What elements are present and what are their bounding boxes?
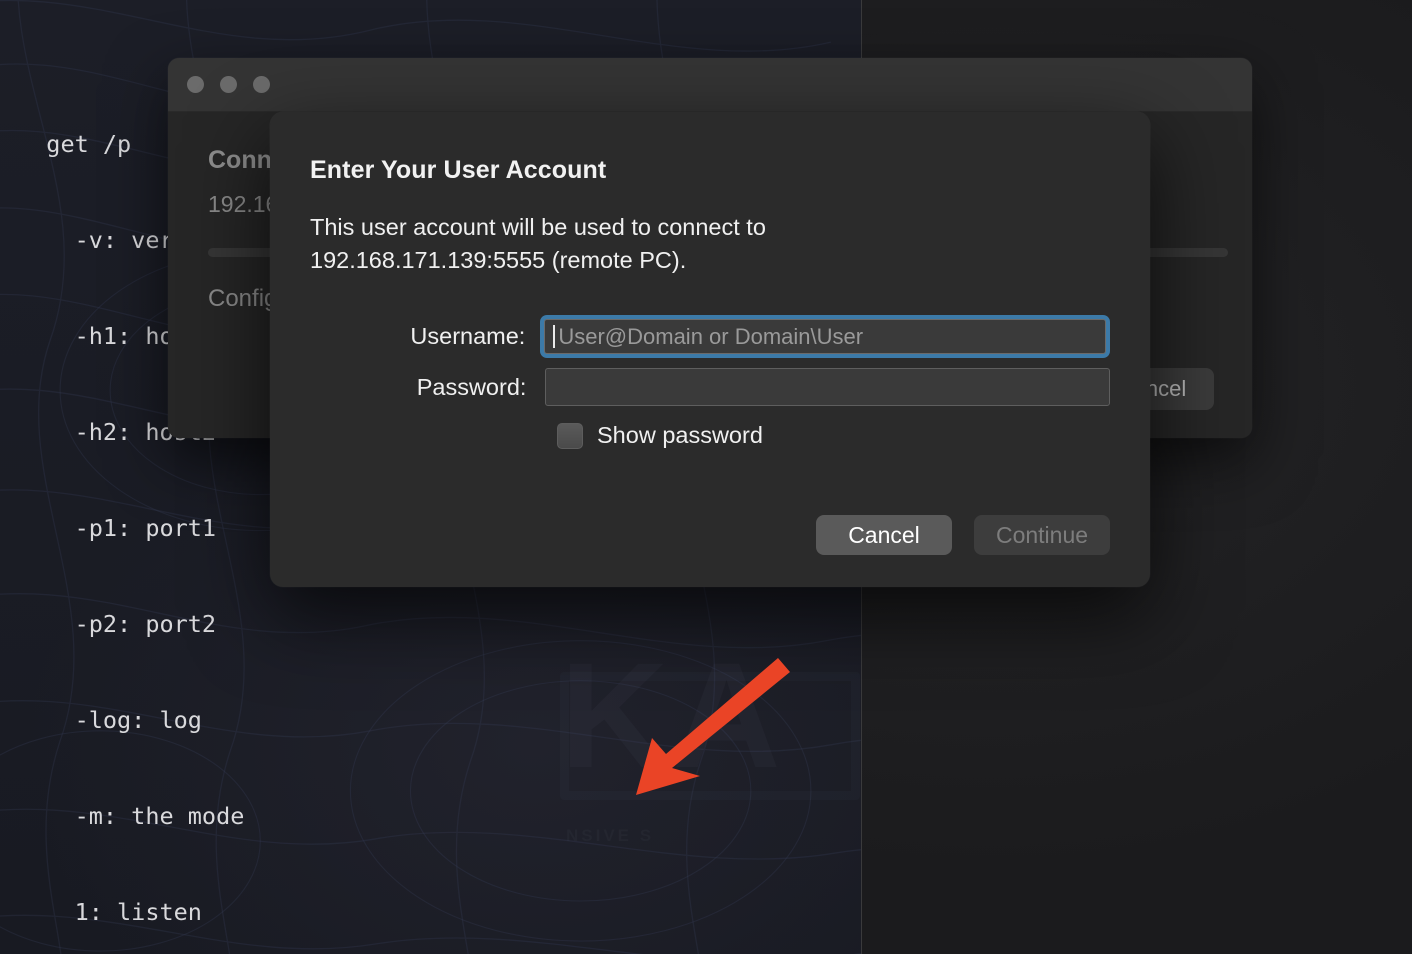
- terminal-help-line: -p2: port2: [18, 610, 217, 638]
- dialog-button-row: Cancel Continue: [816, 515, 1110, 555]
- username-placeholder: User@Domain or Domain\User: [558, 323, 864, 349]
- username-label: Username:: [410, 323, 526, 349]
- terminal-help-line: -m: the mode: [18, 802, 245, 830]
- text-caret: [553, 325, 556, 348]
- window-titlebar[interactable]: [168, 58, 1252, 112]
- username-input[interactable]: User@Domain or Domain\User: [544, 319, 1106, 354]
- password-row: Password:: [310, 368, 1110, 406]
- close-icon[interactable]: [187, 76, 204, 93]
- screen: KA NSIVE S get /p ? -v: version -h1: hos…: [0, 0, 1412, 954]
- username-focus-ring: User@Domain or Domain\User: [540, 315, 1110, 358]
- dialog-message: This user account will be used to connec…: [310, 214, 766, 273]
- continue-button: Continue: [974, 515, 1110, 555]
- terminal-help-line: 1: listen: [18, 898, 202, 926]
- password-input[interactable]: [545, 368, 1110, 406]
- dialog-title: Enter Your User Account: [310, 156, 607, 184]
- username-row: Username: User@Domain or Domain\User: [310, 315, 1110, 358]
- maximize-icon[interactable]: [253, 76, 270, 93]
- terminal-help-line: -log: log: [18, 706, 202, 734]
- minimize-icon[interactable]: [220, 76, 237, 93]
- user-account-dialog[interactable]: Enter Your User Account This user accoun…: [270, 112, 1150, 587]
- show-password-checkbox[interactable]: [557, 422, 583, 449]
- show-password-label: Show password: [597, 422, 763, 448]
- show-password-row[interactable]: Show password: [557, 422, 1110, 449]
- cancel-button[interactable]: Cancel: [816, 515, 952, 555]
- password-label: Password:: [416, 373, 527, 400]
